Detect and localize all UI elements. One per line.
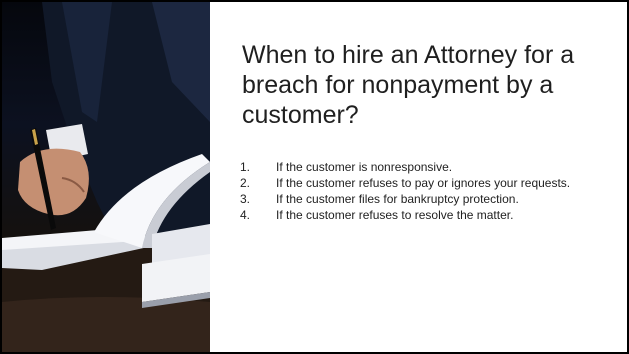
hand-shape <box>18 148 89 216</box>
slide: When to hire an Attorney for a breach fo… <box>0 0 629 354</box>
list-item-number: 1. <box>240 160 251 174</box>
list-item-text: If the customer is nonresponsive. <box>276 160 453 174</box>
table-reflection <box>2 297 210 352</box>
list-item: 1. If the customer is nonresponsive. <box>240 160 615 174</box>
list-item-text: If the customer files for bankruptcy pro… <box>276 192 519 206</box>
list-item: 3. If the customer files for bankruptcy … <box>240 192 615 206</box>
photo-illustration <box>2 2 210 352</box>
slide-title: When to hire an Attorney for a breach fo… <box>242 41 575 129</box>
list-item-number: 4. <box>240 208 251 222</box>
reasons-list: 1. If the customer is nonresponsive. 2. … <box>240 160 615 224</box>
list-item-text: If the customer refuses to pay or ignore… <box>276 176 571 190</box>
list-item: 4. If the customer refuses to resolve th… <box>240 208 615 222</box>
list-item-text: If the customer refuses to resolve the m… <box>276 208 514 222</box>
list-item-number: 3. <box>240 192 251 206</box>
list-item: 2. If the customer refuses to pay or ign… <box>240 176 615 190</box>
attorney-signing-documents-image <box>2 2 210 352</box>
list-item-number: 2. <box>240 176 251 190</box>
